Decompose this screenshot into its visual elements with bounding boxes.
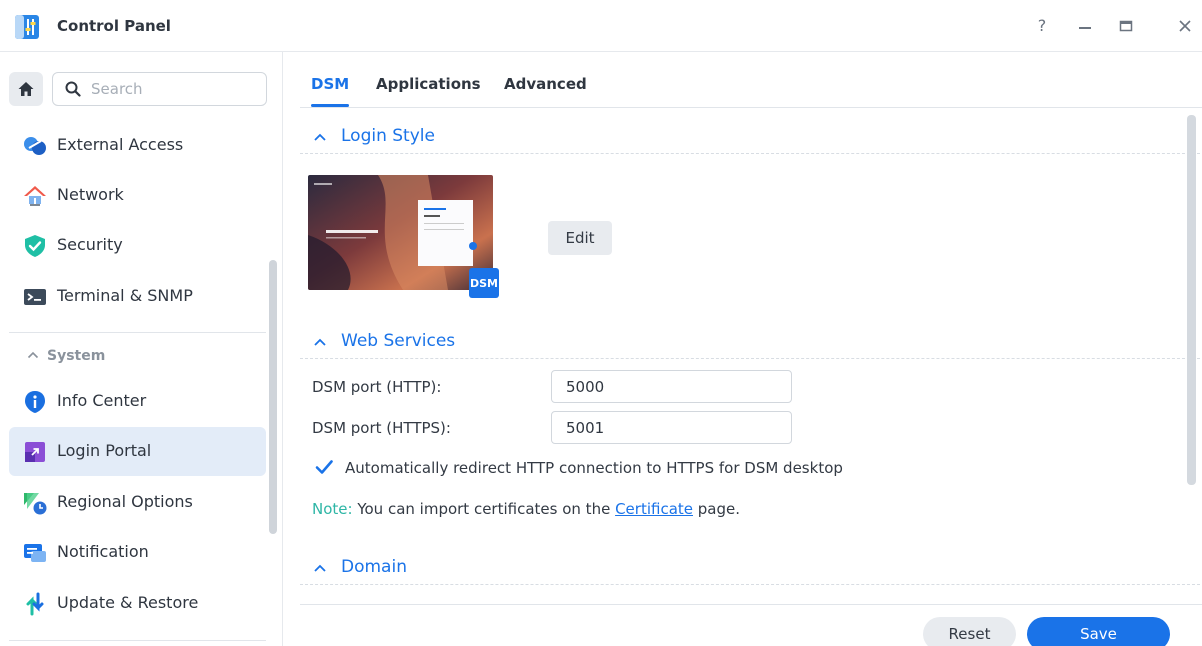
sidebar-item-label: Security — [57, 235, 123, 254]
title-bar: Control Panel ? — [0, 0, 1202, 52]
note-text: You can import certificates on the — [352, 500, 616, 518]
https-port-input[interactable] — [551, 411, 792, 444]
sidebar-divider — [9, 640, 266, 641]
minimize-icon — [1079, 27, 1091, 29]
search-input[interactable] — [91, 78, 256, 100]
sidebar-item-regional-options[interactable]: Regional Options — [9, 478, 266, 527]
sidebar-item-network[interactable]: Network — [9, 171, 266, 220]
tab-applications[interactable]: Applications — [376, 75, 481, 93]
sidebar-item-login-portal[interactable]: Login Portal — [9, 427, 266, 476]
reset-button[interactable]: Reset — [923, 617, 1016, 646]
certificate-note: Note: You can import certificates on the… — [312, 500, 740, 518]
close-button[interactable] — [1174, 14, 1196, 38]
main-scrollbar[interactable] — [1187, 115, 1196, 485]
notification-icon — [24, 544, 46, 562]
certificate-link[interactable]: Certificate — [615, 500, 693, 518]
chevron-up-icon — [27, 348, 39, 364]
edit-login-style-button[interactable]: Edit — [548, 221, 612, 255]
note-key: Note: — [312, 500, 353, 518]
save-button[interactable]: Save — [1027, 617, 1170, 646]
info-icon — [25, 391, 45, 413]
regional-options-icon — [24, 493, 47, 515]
home-button[interactable] — [9, 72, 43, 106]
section-title: Domain — [341, 557, 407, 577]
chevron-up-icon — [314, 564, 326, 572]
maximize-button[interactable] — [1115, 14, 1137, 38]
sidebar-item-label: Regional Options — [57, 492, 193, 511]
login-style-preview[interactable] — [308, 175, 493, 290]
sidebar-item-label: Login Portal — [57, 441, 152, 460]
section-domain-header[interactable]: Domain — [300, 557, 1200, 585]
window-title: Control Panel — [57, 17, 171, 35]
sidebar-item-label: Network — [57, 185, 124, 204]
sidebar: External Access Network Security Termina… — [0, 52, 283, 646]
update-restore-icon — [26, 592, 44, 616]
sidebar-item-terminal-snmp[interactable]: Terminal & SNMP — [9, 272, 266, 321]
close-icon — [1179, 20, 1191, 32]
maximize-icon — [1119, 20, 1133, 32]
sidebar-item-external-access[interactable]: External Access — [9, 121, 266, 170]
external-access-icon — [24, 137, 46, 155]
terminal-icon — [24, 289, 46, 305]
network-house-icon — [24, 186, 46, 206]
minimize-button[interactable] — [1074, 14, 1096, 38]
redirect-https-checkbox[interactable] — [314, 457, 334, 477]
sidebar-item-notification[interactable]: Notification — [9, 528, 266, 577]
search-box[interactable] — [52, 72, 267, 106]
sidebar-item-label: Update & Restore — [57, 593, 199, 612]
section-title: Web Services — [341, 331, 456, 351]
login-portal-icon — [25, 442, 45, 462]
sidebar-item-label: Terminal & SNMP — [57, 286, 193, 305]
section-title: Login Style — [341, 126, 435, 146]
sidebar-group-label: System — [47, 348, 106, 364]
dsm-badge: DSM — [469, 268, 499, 298]
sidebar-item-label: Notification — [57, 542, 149, 561]
section-web-services-header[interactable]: Web Services — [300, 331, 1200, 359]
sidebar-item-update-restore[interactable]: Update & Restore — [9, 579, 266, 628]
sidebar-divider — [9, 332, 266, 333]
home-icon — [18, 82, 34, 96]
sidebar-item-security[interactable]: Security — [9, 221, 266, 270]
help-button[interactable]: ? — [1031, 14, 1053, 38]
https-port-label: DSM port (HTTPS): — [312, 419, 451, 437]
control-panel-app-icon — [15, 15, 39, 39]
chevron-up-icon — [314, 338, 326, 346]
redirect-https-label: Automatically redirect HTTP connection t… — [345, 459, 843, 477]
note-text-end: page. — [693, 500, 740, 518]
sidebar-scrollbar[interactable] — [269, 260, 277, 534]
shield-icon — [25, 235, 45, 257]
sidebar-item-info-center[interactable]: Info Center — [9, 377, 266, 426]
sidebar-group-system[interactable]: System — [27, 348, 105, 364]
search-icon — [65, 81, 81, 97]
sidebar-item-label: Info Center — [57, 391, 147, 410]
sidebar-item-label: External Access — [57, 135, 184, 154]
tab-bar: DSM Applications Advanced — [300, 52, 1202, 108]
http-port-label: DSM port (HTTP): — [312, 378, 442, 396]
section-login-style-header[interactable]: Login Style — [300, 126, 1200, 154]
http-port-input[interactable] — [551, 370, 792, 403]
tab-dsm[interactable]: DSM — [311, 75, 350, 107]
tab-advanced[interactable]: Advanced — [504, 75, 587, 93]
chevron-up-icon — [314, 133, 326, 141]
